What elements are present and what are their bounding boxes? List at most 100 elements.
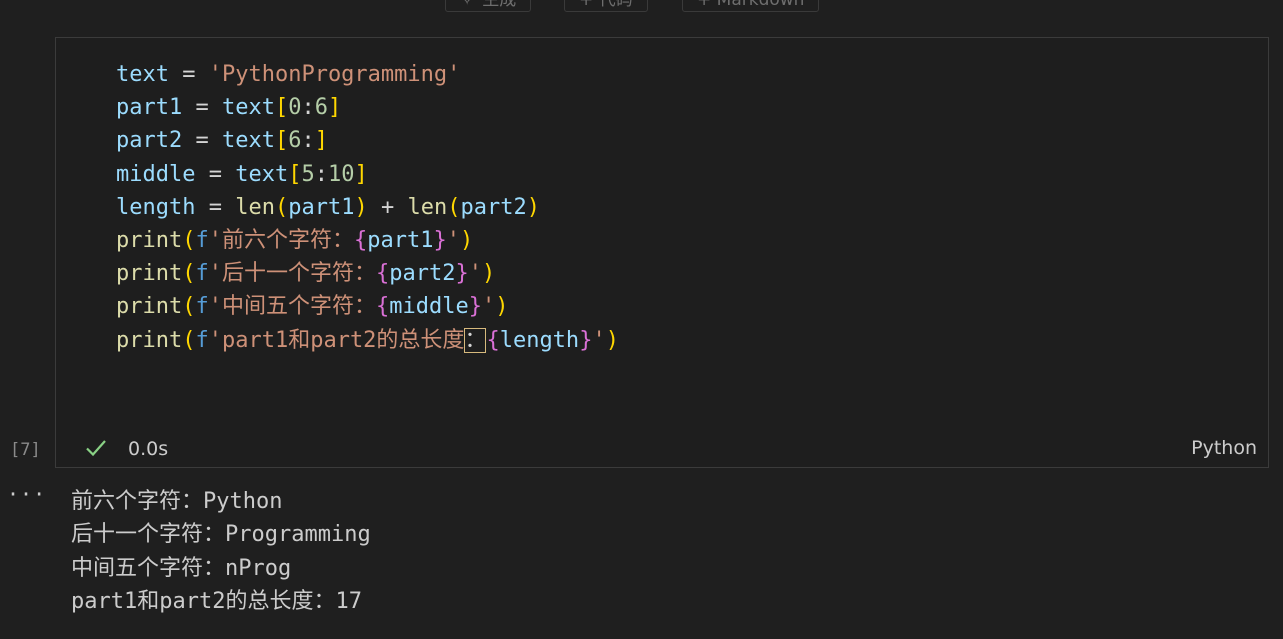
code-line[interactable]: text = 'PythonProgramming' xyxy=(116,58,619,91)
code-token: ( xyxy=(274,194,289,220)
code-token: 'part1和part2的总长度 xyxy=(208,327,465,353)
kernel-language-label[interactable]: Python xyxy=(1191,437,1257,459)
code-token: print xyxy=(116,227,183,253)
execution-count: [7] xyxy=(10,440,41,460)
code-token: 0 xyxy=(288,95,302,121)
output-line: 后十一个字符：Programming xyxy=(71,522,371,548)
cell-output: 前六个字符：Python 后十一个字符：Programming 中间五个字符：n… xyxy=(71,485,371,618)
code-token: { xyxy=(375,261,390,287)
code-token: len xyxy=(407,194,448,220)
code-line[interactable]: print(f'后十一个字符：{part2}') xyxy=(116,257,619,290)
code-token: [ xyxy=(288,161,302,187)
code-token: f xyxy=(195,261,209,287)
code-token: { xyxy=(486,327,500,353)
code-token: ' xyxy=(592,327,606,353)
code-token: [ xyxy=(274,128,289,154)
code-token: middle xyxy=(389,294,469,320)
code-line[interactable]: part1 = text[0:6] xyxy=(116,91,619,124)
code-token: part2 xyxy=(116,128,183,154)
code-token: 6 xyxy=(314,95,328,121)
code-token: text xyxy=(221,95,275,121)
code-token: } xyxy=(433,227,447,253)
sparkle-icon: ✧ xyxy=(460,0,475,10)
code-token: length xyxy=(116,194,196,220)
code-token: { xyxy=(353,227,368,253)
add-code-button-label: + 代码 xyxy=(579,0,633,10)
code-token: = xyxy=(168,62,209,87)
code-token: ) xyxy=(481,261,496,287)
code-line[interactable]: print(f'前六个字符：{part1}') xyxy=(116,224,619,257)
code-token: text xyxy=(221,128,275,154)
output-line: part1和part2的总长度：17 xyxy=(71,588,362,614)
add-markdown-button[interactable]: + Markdown xyxy=(682,0,820,12)
generate-button[interactable]: ✧ 生成 xyxy=(445,0,532,12)
code-token: } xyxy=(455,261,469,287)
code-token: part2 xyxy=(460,194,527,220)
code-token: print xyxy=(116,261,183,287)
code-token: '中间五个字符： xyxy=(208,294,376,320)
code-token: text xyxy=(235,161,289,187)
code-token: print xyxy=(116,327,183,353)
code-line[interactable]: length = len(part1) + len(part2) xyxy=(116,191,619,224)
code-token: 5 xyxy=(301,161,315,187)
output-more-actions-icon[interactable]: ··· xyxy=(7,482,46,506)
success-check-icon xyxy=(86,440,106,457)
code-token: ) xyxy=(495,294,509,320)
code-token: len xyxy=(235,194,275,220)
code-token: ' xyxy=(468,261,482,287)
code-token: + xyxy=(367,194,408,220)
code-token: = xyxy=(182,128,222,154)
code-token: 6 xyxy=(288,128,302,154)
code-token: : xyxy=(301,95,315,121)
code-token: length xyxy=(499,327,580,353)
code-token: = xyxy=(182,95,222,121)
code-line[interactable]: print(f'part1和part2的总长度：{length}') xyxy=(116,324,619,357)
code-token: = xyxy=(195,194,236,220)
code-token: ' xyxy=(481,294,496,320)
code-editor[interactable]: text = 'PythonProgramming' part1 = text[0… xyxy=(116,58,619,357)
code-line[interactable]: part2 = text[6:] xyxy=(116,124,619,157)
code-cell[interactable]: text = 'PythonProgramming' part1 = text[0… xyxy=(55,37,1269,468)
code-token: ： xyxy=(464,327,487,353)
code-token: 10 xyxy=(327,161,355,187)
code-token: ] xyxy=(327,95,342,121)
cell-toolbar: ✧ 生成 + 代码 + Markdown xyxy=(0,0,1283,14)
code-token: ( xyxy=(182,327,196,353)
output-line: 中间五个字符：nProg xyxy=(71,555,292,581)
code-token: ( xyxy=(182,294,196,320)
code-token: ) xyxy=(526,194,540,220)
execution-duration: 0.0s xyxy=(128,438,169,460)
output-line: 前六个字符：Python xyxy=(71,489,283,514)
add-markdown-button-label: + Markdown xyxy=(697,0,805,10)
code-token: ' xyxy=(446,227,460,253)
code-token: } xyxy=(468,294,482,320)
code-token: = xyxy=(195,161,236,187)
code-token: [ xyxy=(274,95,289,121)
code-token: '前六个字符： xyxy=(208,227,354,253)
generate-button-label: 生成 xyxy=(482,0,517,10)
code-token: : xyxy=(314,161,328,187)
code-token: ) xyxy=(354,194,368,220)
code-token: ( xyxy=(182,227,196,253)
code-token: ) xyxy=(605,327,619,353)
cell-status-bar: 0.0s Python xyxy=(56,433,1268,467)
code-token: 'PythonProgramming' xyxy=(208,62,461,87)
code-token: ) xyxy=(459,227,474,253)
code-token: part1 xyxy=(288,194,355,220)
code-token: part1 xyxy=(116,95,183,121)
code-token: ] xyxy=(314,128,328,154)
add-code-button[interactable]: + 代码 xyxy=(564,0,648,12)
code-token: text xyxy=(116,62,169,87)
code-line[interactable]: print(f'中间五个字符：{middle}') xyxy=(116,290,619,323)
code-line[interactable]: middle = text[5:10] xyxy=(116,158,619,191)
code-token: middle xyxy=(116,161,196,187)
code-token: print xyxy=(116,294,183,320)
code-token: '后十一个字符： xyxy=(208,261,376,287)
code-token: ( xyxy=(447,194,461,220)
code-token: : xyxy=(301,128,315,154)
code-token: ( xyxy=(182,261,196,287)
code-token: part2 xyxy=(389,261,456,287)
code-token: } xyxy=(579,327,593,353)
code-token: f xyxy=(195,227,209,253)
code-token: ] xyxy=(354,161,368,187)
